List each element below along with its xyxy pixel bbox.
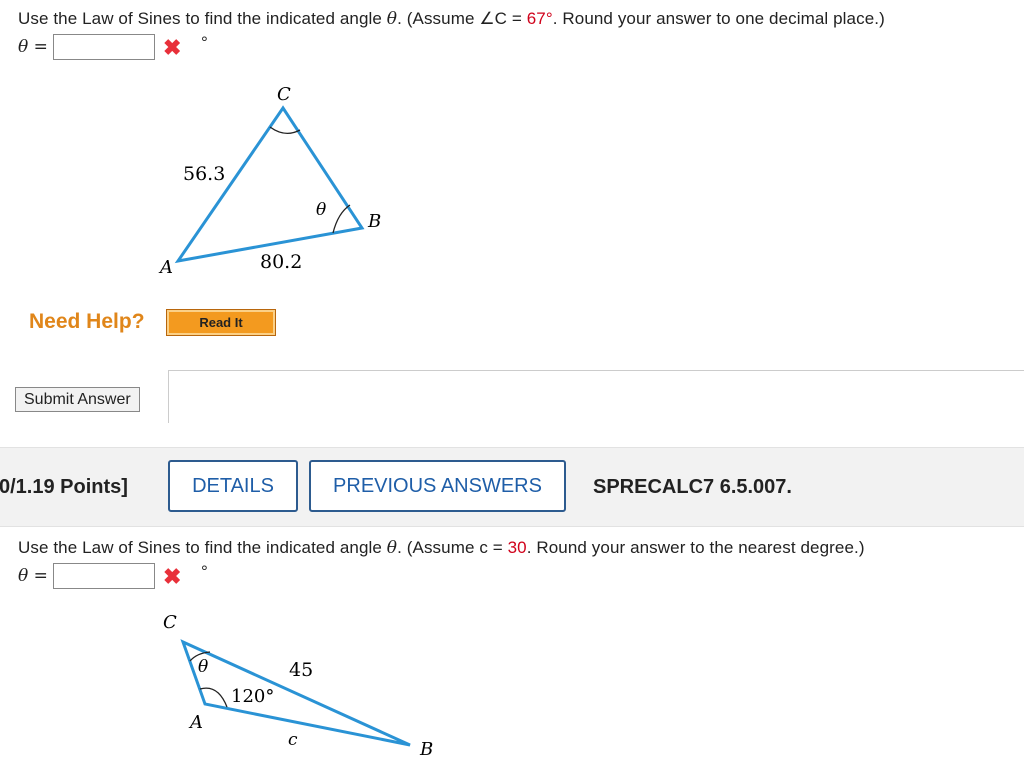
details-button[interactable]: DETAILS	[168, 460, 298, 512]
q2-degree-symbol: °	[201, 562, 208, 581]
submission-panel	[168, 370, 1024, 423]
q1-vertex-a: A	[158, 257, 173, 278]
previous-answers-button[interactable]: PREVIOUS ANSWERS	[309, 460, 566, 512]
q1-vertex-b: B	[367, 211, 381, 232]
q2-prompt-assume: . (Assume c =	[397, 538, 508, 557]
q1-side-ac: 56.3	[183, 163, 225, 185]
q2-prompt-theta: θ	[386, 538, 398, 558]
q1-triangle-figure: C A B 56.3 80.2 θ	[158, 84, 381, 278]
q2-given-value: 30	[507, 538, 527, 557]
q1-vertex-c: C	[277, 84, 291, 105]
q2-angle-theta: θ	[198, 657, 208, 677]
x-mark-icon: ✖	[163, 564, 182, 589]
q2-triangle-figure: C A B 45 c 120° θ	[163, 612, 433, 760]
q2-side-ab: c	[288, 730, 298, 750]
q2-angle-a-label: 120°	[231, 686, 274, 707]
problem-code: SPRECALC7 6.5.007.	[593, 476, 792, 498]
q1-side-ab: 80.2	[260, 251, 302, 273]
q1-angle-b-arc	[332, 204, 351, 234]
q2-answer-input[interactable]	[53, 563, 155, 589]
q2-prompt-text: Use the Law of Sines to find the indicat…	[18, 538, 387, 557]
q1-angle-theta: θ	[316, 200, 326, 220]
q2-vertex-c: C	[163, 612, 177, 633]
q2-side-cb: 45	[289, 659, 313, 681]
q2-prompt: Use the Law of Sines to find the indicat…	[18, 538, 865, 558]
q2-prompt-round: . Round your answer to the nearest degre…	[526, 538, 865, 557]
read-it-button[interactable]: Read It	[166, 309, 276, 336]
q2-vertex-b: B	[419, 739, 433, 760]
q2-answer-label: θ =	[18, 566, 48, 586]
points-label: 0/1.19 Points]	[0, 476, 128, 498]
q2-vertex-a: A	[188, 712, 203, 733]
need-help-label: Need Help?	[29, 310, 145, 333]
submit-answer-button[interactable]: Submit Answer	[15, 387, 140, 412]
